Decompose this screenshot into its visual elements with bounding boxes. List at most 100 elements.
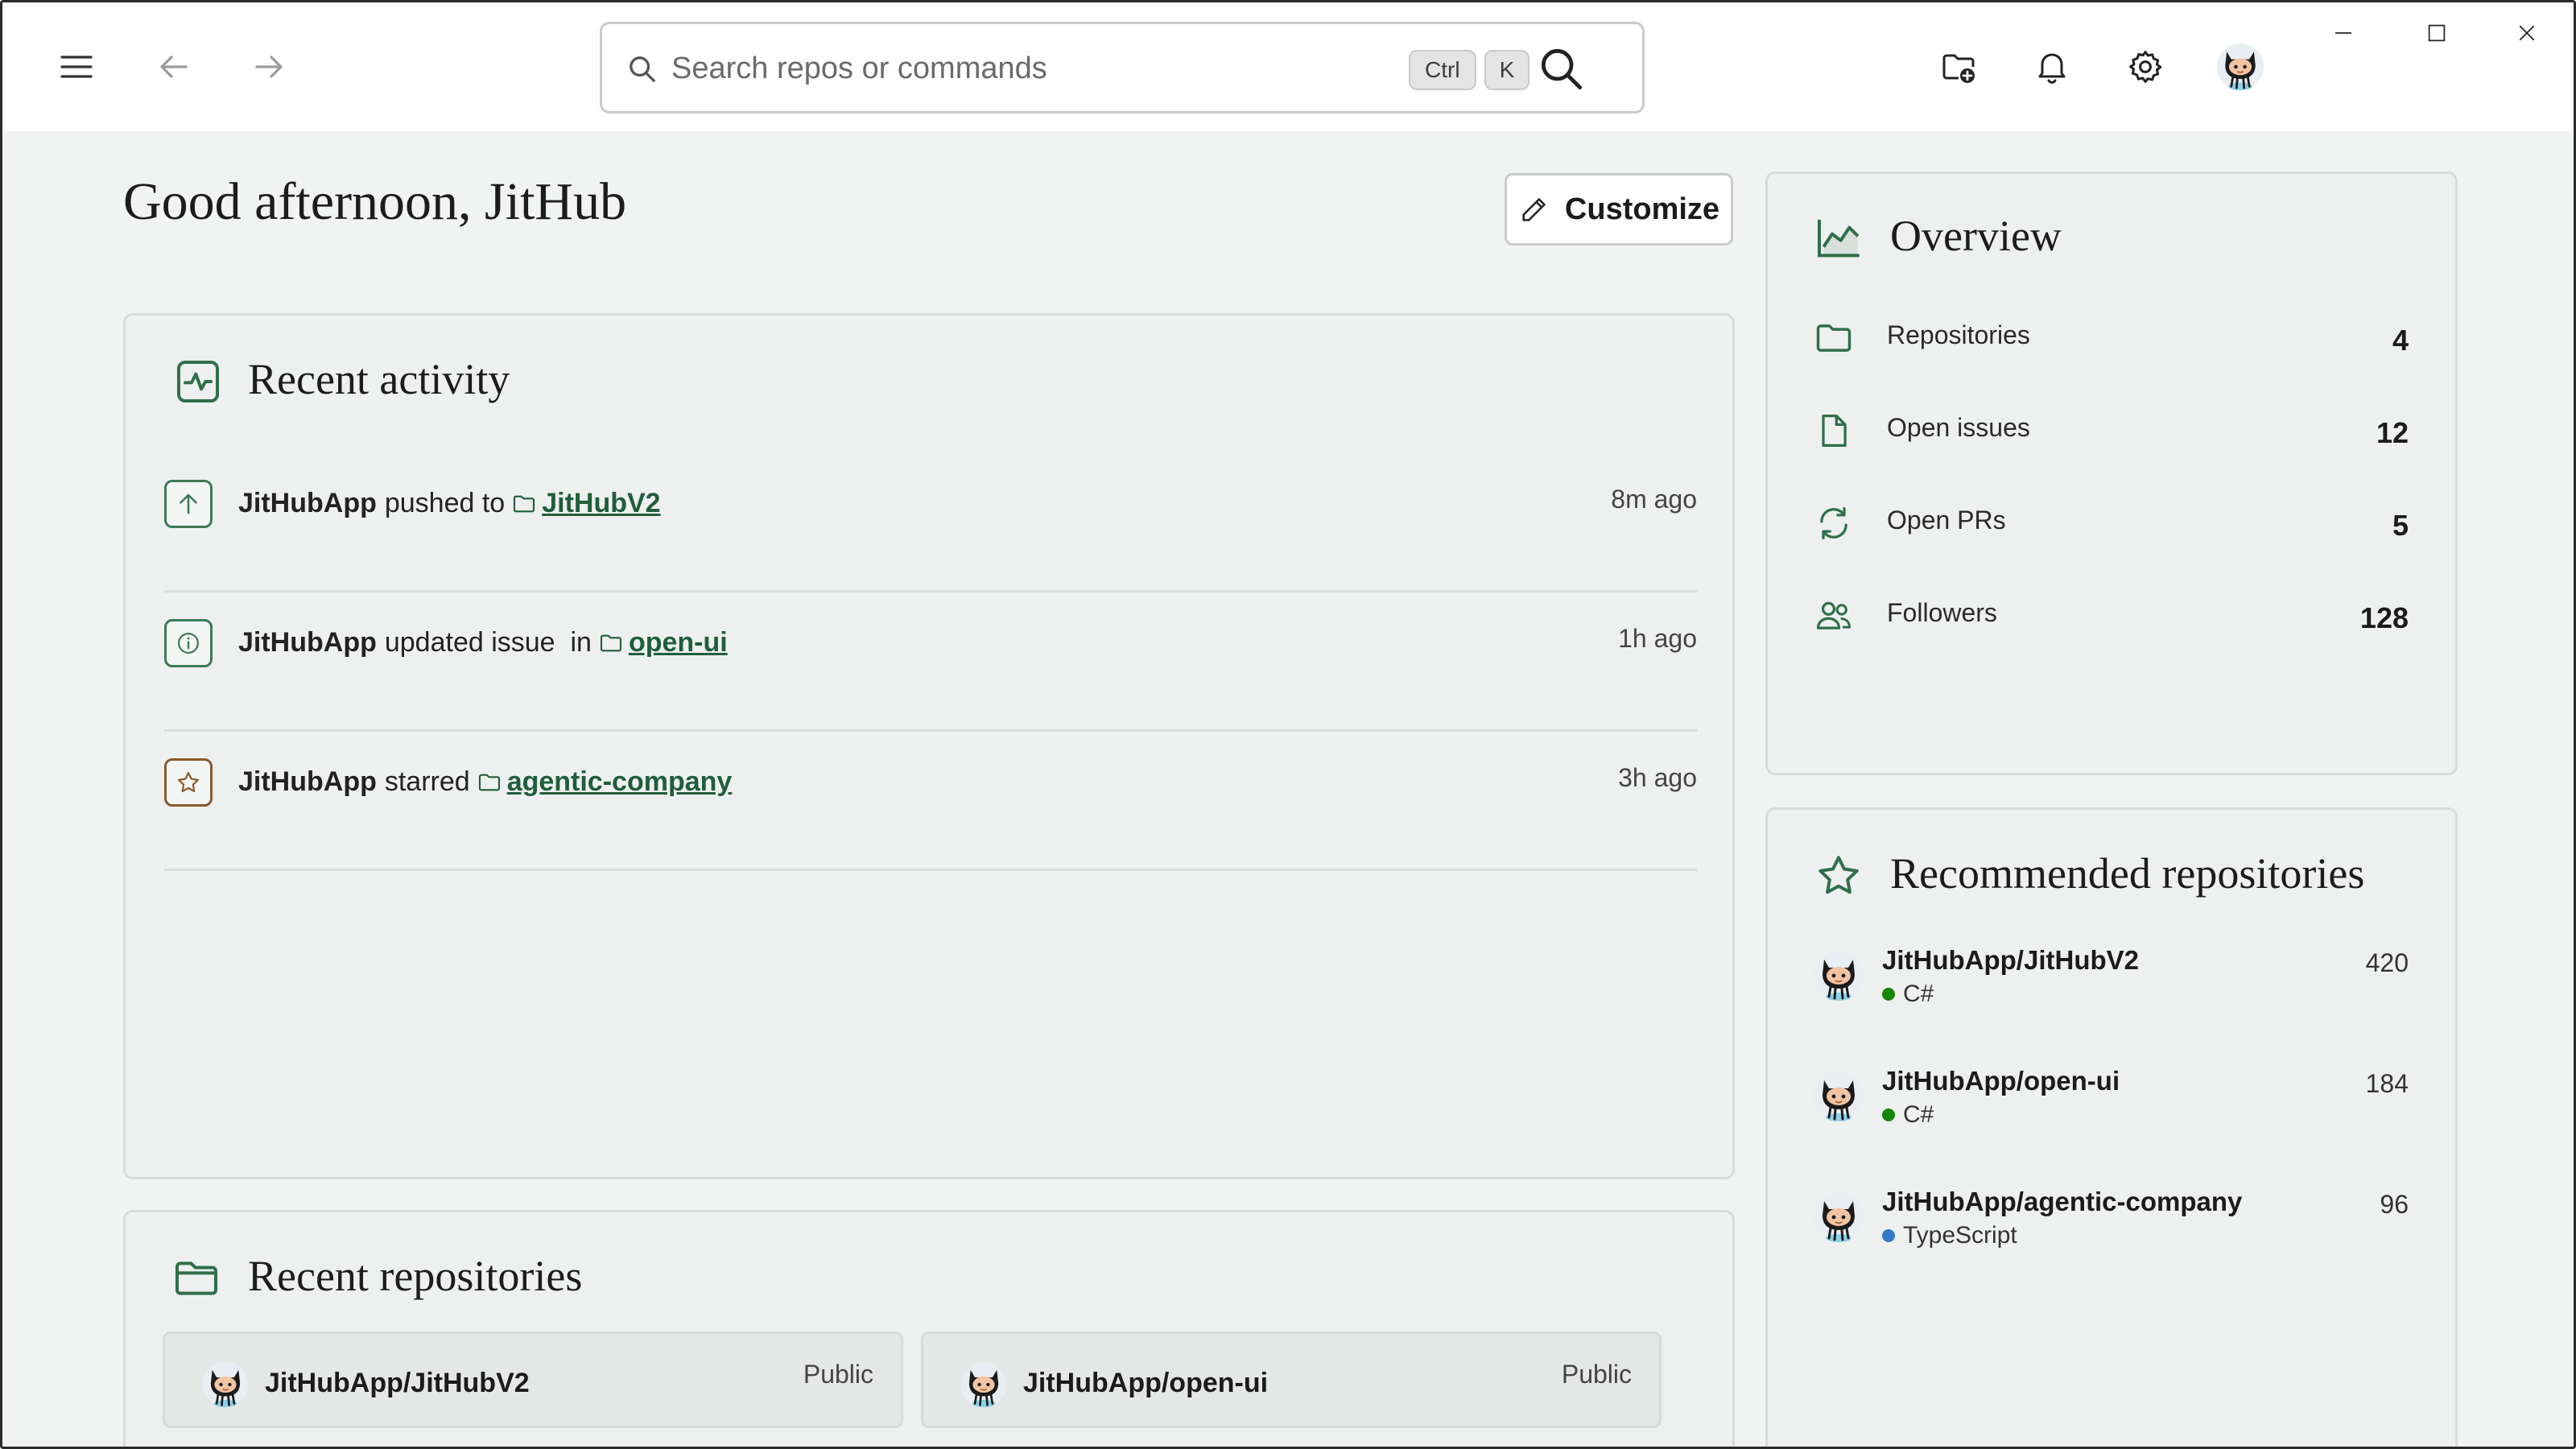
folder-icon: [1813, 317, 1855, 359]
forward-arrow-icon: [255, 56, 283, 78]
user-avatar-button[interactable]: [2208, 35, 2273, 99]
activity-action: updated issue in: [384, 627, 592, 658]
activity-time: 1h ago: [1618, 624, 1697, 653]
overview-item-open-prs[interactable]: Open PRs 5: [1813, 496, 2409, 560]
language-label: C#: [1903, 980, 1934, 1007]
overview-label: Open PRs: [1887, 506, 2006, 535]
overview-label: Followers: [1887, 598, 1997, 627]
folder-icon: [175, 1261, 217, 1295]
folder-icon: [477, 770, 502, 795]
repo-name: JitHubApp/JitHubV2: [265, 1368, 530, 1398]
recent-activity-title: Recent activity: [248, 355, 510, 403]
activity-icon: [177, 361, 219, 402]
activity-action: pushed to: [384, 488, 506, 518]
close-button[interactable]: [2495, 9, 2559, 57]
repo-tile[interactable]: JitHubApp/JitHubV2 Public: [163, 1331, 903, 1428]
repo-owner-avatar: [202, 1361, 249, 1408]
repo-owner-avatar: [1813, 950, 1864, 1001]
recommended-item[interactable]: JitHubApp/open-ui C# 184: [1813, 1066, 2409, 1162]
close-icon: [2519, 25, 2535, 41]
activity-time: 8m ago: [1611, 485, 1697, 514]
recent-repositories-title: Recent repositories: [248, 1252, 583, 1300]
repo-name: JitHubApp/open-ui: [1023, 1368, 1269, 1398]
search-input[interactable]: [671, 40, 1315, 97]
folder-icon: [511, 491, 537, 517]
activity-repo-link[interactable]: JitHubV2: [511, 488, 661, 519]
repo-language: C#: [1882, 980, 1934, 1008]
activity-user: JitHubApp: [238, 627, 377, 658]
activity-time: 3h ago: [1618, 763, 1697, 792]
star-icon: [178, 772, 199, 793]
repo-owner-avatar: [960, 1361, 1007, 1408]
back-arrow-icon: [160, 56, 188, 78]
activity-item[interactable]: JitHubApp starred agentic-company 3h ago: [164, 733, 1697, 871]
activity-repo-name: JitHubV2: [542, 488, 661, 518]
repo-name: JitHubApp/open-ui: [1882, 1066, 2120, 1096]
repo-visibility: Public: [1561, 1360, 1632, 1389]
customize-button[interactable]: Customize: [1505, 173, 1733, 246]
activity-user: JitHubApp: [238, 488, 377, 518]
new-folder-icon: [1942, 54, 1975, 83]
sync-icon: [1820, 506, 1847, 540]
maximize-button[interactable]: [2405, 9, 2469, 57]
shortcut-key-k: K: [1484, 50, 1530, 90]
notifications-button[interactable]: [2020, 35, 2084, 99]
repo-stars: 96: [2380, 1190, 2409, 1219]
repo-owner-avatar: [1813, 1071, 1864, 1122]
repo-name: JitHubApp/agentic-company: [1882, 1187, 2243, 1216]
activity-repo-link[interactable]: agentic-company: [477, 766, 733, 798]
activity-text: JitHubApp updated issue in open-ui: [238, 627, 728, 658]
info-icon: [178, 633, 199, 654]
repo-language: TypeScript: [1882, 1222, 2017, 1249]
recommended-item[interactable]: JitHubApp/agentic-company TypeScript 96: [1813, 1187, 2409, 1283]
activity-item[interactable]: JitHubApp pushed to JitHubV2 8m ago: [164, 454, 1697, 592]
overview-title: Overview: [1890, 212, 2062, 260]
maximize-icon: [2428, 24, 2446, 42]
recent-repositories-card: Recent repositories JitHubApp/JitHubV2 P…: [123, 1210, 1735, 1447]
file-icon: [1822, 414, 1847, 448]
pencil-icon: [1522, 198, 1546, 221]
activity-repo-link[interactable]: open-ui: [598, 627, 728, 658]
activity-text: JitHubApp pushed to JitHubV2: [238, 488, 661, 519]
repo-stars: 420: [2365, 948, 2409, 977]
repo-tile[interactable]: JitHubApp/open-ui Public: [921, 1331, 1662, 1428]
activity-badge: [164, 480, 213, 528]
activity-action: starred: [384, 766, 470, 797]
repo-stars: 184: [2365, 1069, 2409, 1098]
activity-repo-name: agentic-company: [506, 766, 733, 797]
repo-visibility: Public: [803, 1360, 873, 1389]
recommended-repositories-card: Recommended repositories JitHubApp/JitHu…: [1765, 807, 2458, 1447]
menu-button[interactable]: [44, 35, 109, 99]
overview-item-repositories[interactable]: Repositories 4: [1813, 311, 2409, 375]
activity-badge: [164, 619, 213, 667]
search-submit-icon[interactable]: [1536, 43, 1587, 95]
overview-item-open-issues[interactable]: Open issues 12: [1813, 403, 2409, 468]
minimize-button[interactable]: [2311, 9, 2376, 57]
activity-user: JitHubApp: [238, 766, 377, 797]
arrow-up-icon: [180, 493, 197, 514]
settings-button[interactable]: [2113, 35, 2178, 99]
page-title: Good afternoon, JitHub: [123, 172, 627, 231]
new-repo-button[interactable]: [1926, 35, 1991, 99]
title-bar: Ctrl K: [2, 2, 2574, 131]
search-box[interactable]: Ctrl K: [600, 22, 1645, 114]
minimize-icon: [2335, 32, 2351, 34]
recommended-item[interactable]: JitHubApp/JitHubV2 C# 420: [1813, 945, 2409, 1042]
activity-repo-name: open-ui: [628, 627, 728, 658]
overview-card: Overview Repositories 4 Open issues 12 O…: [1765, 171, 2458, 775]
overview-item-followers[interactable]: Followers 128: [1813, 588, 2409, 653]
language-dot: [1882, 1108, 1895, 1121]
back-button[interactable]: [141, 35, 205, 99]
overview-label: Repositories: [1887, 320, 2030, 349]
folder-icon: [598, 630, 624, 656]
activity-item[interactable]: JitHubApp updated issue in open-ui 1h ag…: [164, 593, 1697, 732]
chart-icon: [1818, 219, 1860, 258]
activity-text: JitHubApp starred agentic-company: [238, 766, 732, 798]
language-label: C#: [1903, 1101, 1934, 1128]
overview-value: 5: [2392, 509, 2409, 542]
forward-button[interactable]: [237, 35, 302, 99]
overview-label: Open issues: [1887, 413, 2030, 442]
language-label: TypeScript: [1903, 1222, 2017, 1249]
activity-badge: [164, 758, 213, 807]
repo-name: JitHubApp/JitHubV2: [1882, 945, 2139, 975]
